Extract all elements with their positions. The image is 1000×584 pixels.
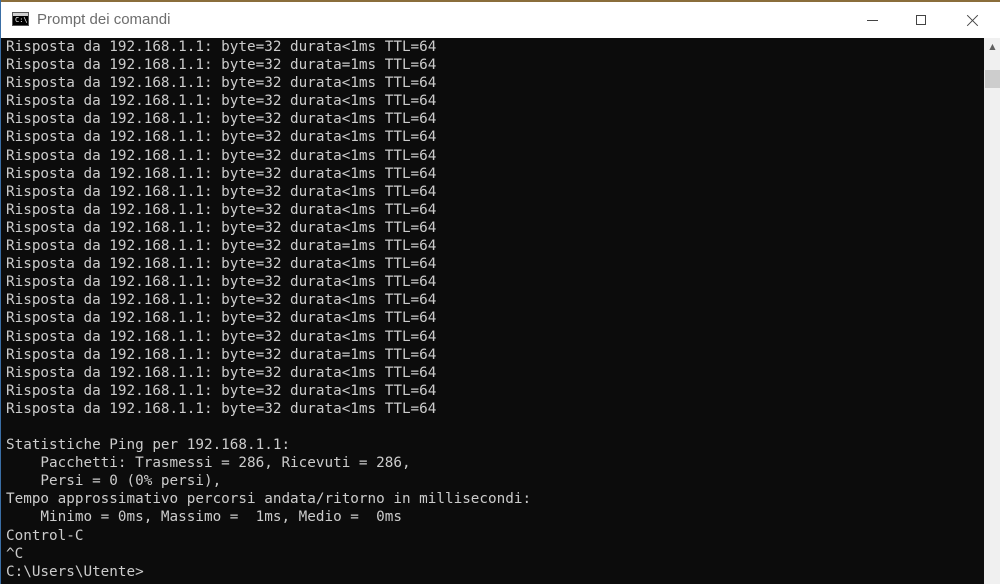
console-line: Risposta da 192.168.1.1: byte=32 durata<…	[6, 364, 437, 381]
console-line: Risposta da 192.168.1.1: byte=32 durata<…	[6, 93, 437, 110]
cmd-app-icon-label: C:\	[15, 16, 28, 24]
console-line: Risposta da 192.168.1.1: byte=32 durata<…	[6, 382, 437, 399]
console-line: Risposta da 192.168.1.1: byte=32 durata<…	[6, 292, 437, 309]
title-bar[interactable]: C:\ Prompt dei comandi	[1, 0, 1000, 38]
console-line: Risposta da 192.168.1.1: byte=32 durata=…	[6, 57, 437, 74]
console-line: Pacchetti: Trasmessi = 286, Ricevuti = 2…	[6, 455, 411, 472]
console-line: Statistiche Ping per 192.168.1.1:	[6, 437, 291, 454]
console-line: Persi = 0 (0% persi),	[6, 473, 222, 490]
console-line: ^C	[6, 545, 24, 562]
console-line: Risposta da 192.168.1.1: byte=32 durata<…	[6, 219, 437, 236]
console-line: Tempo approssimativo percorsi andata/rit…	[6, 491, 532, 508]
console-output[interactable]: Risposta da 192.168.1.1: byte=32 durata<…	[6, 38, 982, 584]
console-line: Risposta da 192.168.1.1: byte=32 durata<…	[6, 129, 437, 146]
console-line: Risposta da 192.168.1.1: byte=32 durata<…	[6, 256, 437, 273]
console-line: C:\Users\Utente>	[6, 563, 144, 580]
console-line: Risposta da 192.168.1.1: byte=32 durata<…	[6, 274, 437, 291]
cmd-app-icon[interactable]: C:\	[12, 12, 29, 26]
minimize-button[interactable]	[850, 2, 896, 38]
maximize-button[interactable]	[898, 2, 944, 38]
scrollbar-thumb[interactable]	[985, 70, 1000, 88]
console-line: Risposta da 192.168.1.1: byte=32 durata<…	[6, 165, 437, 182]
close-icon	[967, 14, 979, 26]
console-line: Risposta da 192.168.1.1: byte=32 durata=…	[6, 238, 437, 255]
console-line: Risposta da 192.168.1.1: byte=32 durata<…	[6, 183, 437, 200]
scroll-up-arrow-icon[interactable]: ▲	[984, 38, 1000, 55]
close-button[interactable]	[950, 2, 996, 38]
console-line: Risposta da 192.168.1.1: byte=32 durata=…	[6, 346, 437, 363]
console-line: Risposta da 192.168.1.1: byte=32 durata<…	[6, 328, 437, 345]
window-title: Prompt dei comandi	[37, 11, 171, 28]
console-line: Risposta da 192.168.1.1: byte=32 durata<…	[6, 147, 437, 164]
console-line: Risposta da 192.168.1.1: byte=32 durata<…	[6, 75, 437, 92]
console-line: Risposta da 192.168.1.1: byte=32 durata<…	[6, 310, 437, 327]
console-line: Risposta da 192.168.1.1: byte=32 durata<…	[6, 400, 437, 417]
console-line: Minimo = 0ms, Massimo = 1ms, Medio = 0ms	[6, 509, 402, 526]
cmd-window: C:\ Prompt dei comandi Risposta da 192.1…	[0, 0, 1000, 584]
vertical-scrollbar[interactable]: ▲	[984, 38, 1000, 584]
console-line: Risposta da 192.168.1.1: byte=32 durata<…	[6, 39, 437, 55]
console-line: Control-C	[6, 527, 84, 544]
console-line: Risposta da 192.168.1.1: byte=32 durata<…	[6, 111, 437, 128]
minimize-icon	[867, 20, 878, 21]
console-line: Risposta da 192.168.1.1: byte=32 durata<…	[6, 201, 437, 218]
maximize-icon	[916, 15, 926, 25]
